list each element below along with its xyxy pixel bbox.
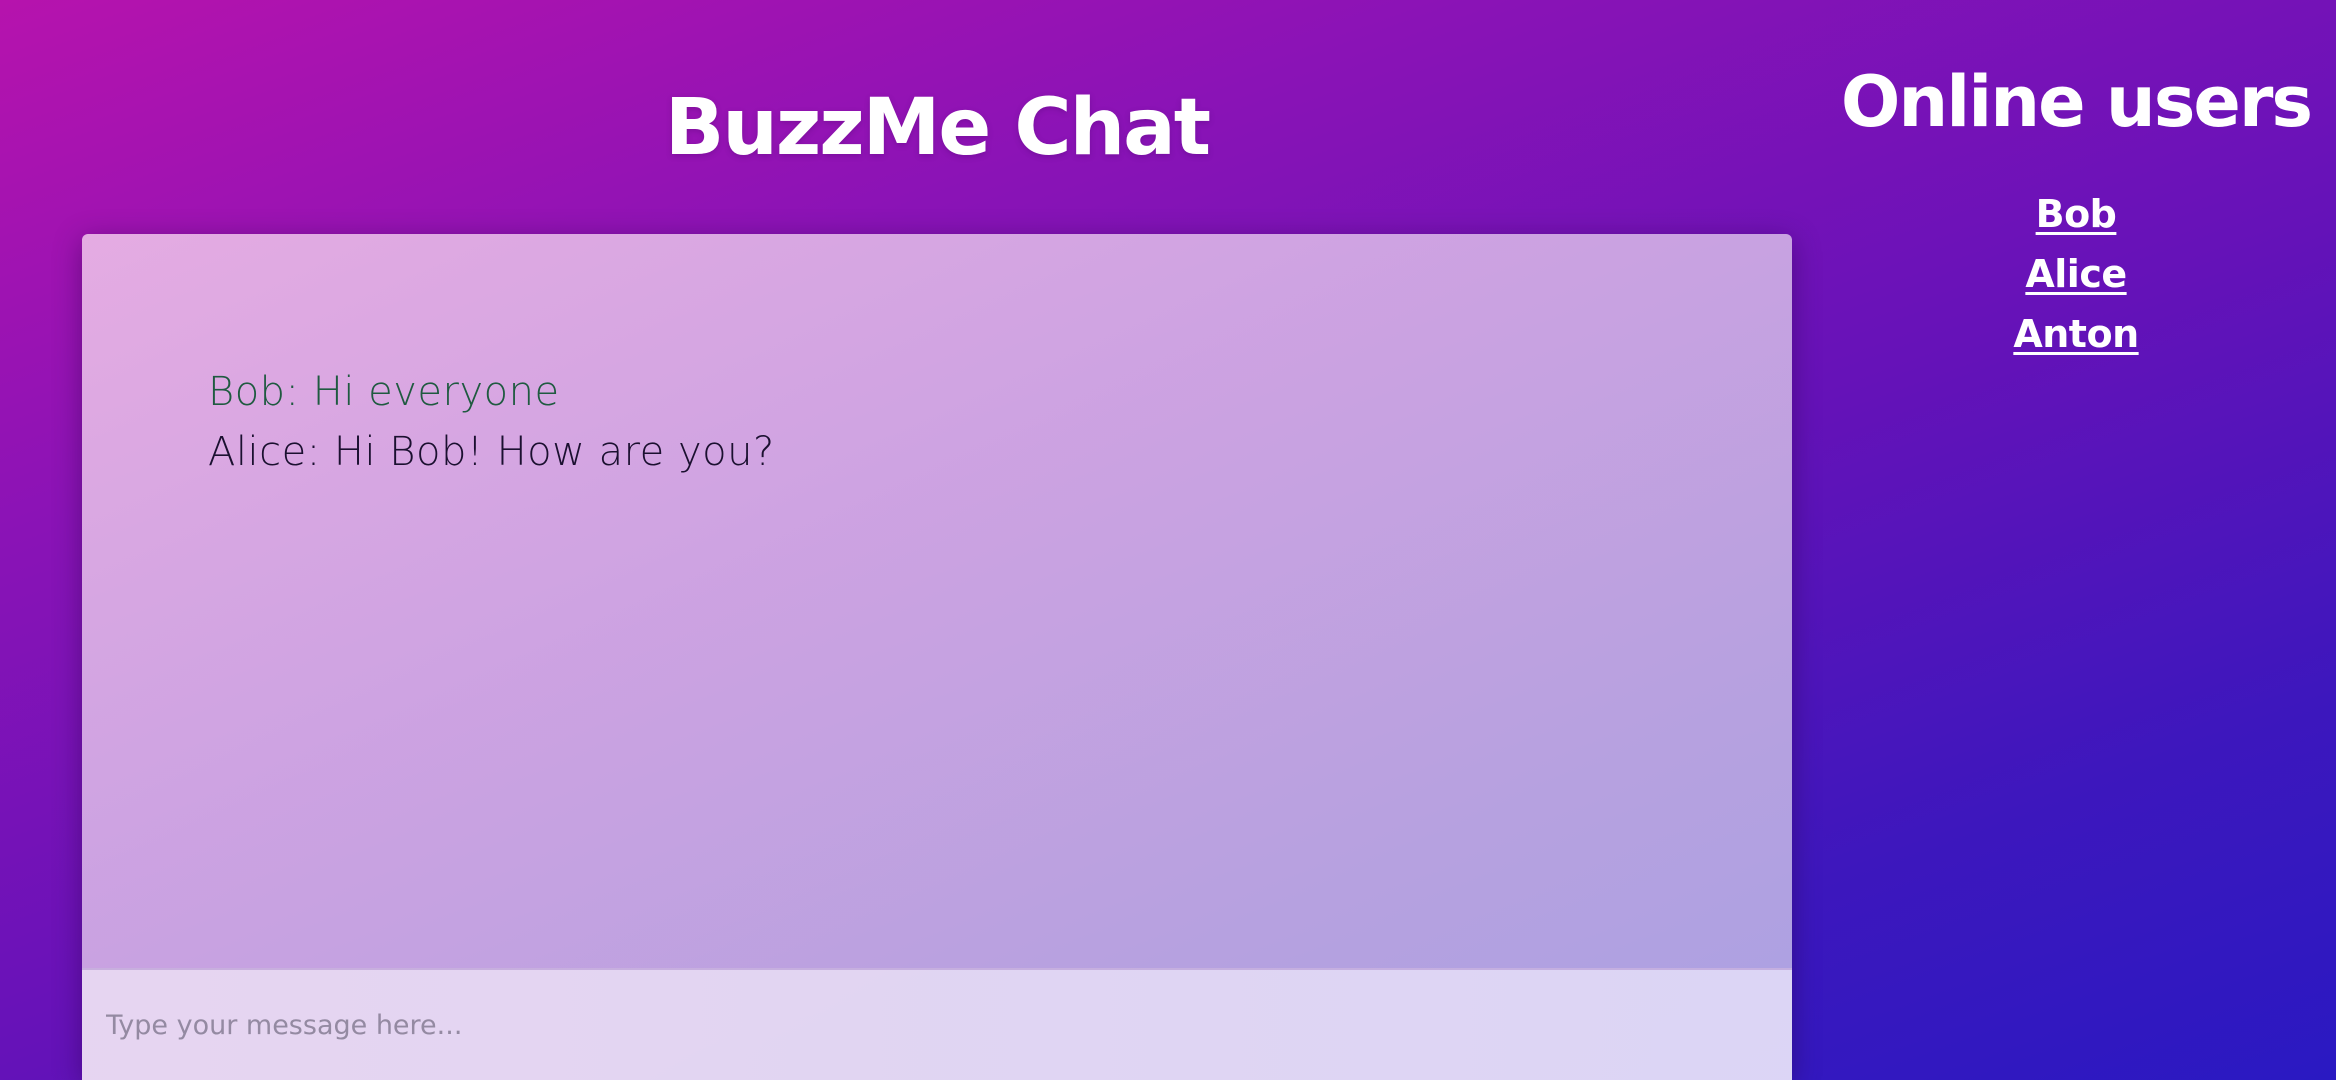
user-link-anton[interactable]: Anton: [2013, 304, 2139, 364]
online-users-panel: Online users Bob Alice Anton: [1836, 46, 2316, 364]
online-users-title: Online users: [1840, 61, 2313, 143]
online-user-item: Alice: [1836, 244, 2316, 304]
message-list: Bob: Hi everyone Alice: Hi Bob! How are …: [208, 362, 1732, 482]
chat-panel: Bob: Hi everyone Alice: Hi Bob! How are …: [82, 234, 1792, 1080]
user-link-bob[interactable]: Bob: [2036, 184, 2117, 244]
chat-message: Bob: Hi everyone: [208, 369, 560, 415]
message-composer: [82, 968, 1792, 1080]
online-user-item: Anton: [1836, 304, 2316, 364]
online-user-item: Bob: [1836, 184, 2316, 244]
message-input[interactable]: [82, 970, 1792, 1080]
online-users-list: Bob Alice Anton: [1836, 184, 2316, 364]
user-link-alice[interactable]: Alice: [2025, 244, 2127, 304]
app-title: BuzzMe Chat: [664, 83, 1211, 173]
chat-message: Alice: Hi Bob! How are you?: [208, 429, 775, 475]
